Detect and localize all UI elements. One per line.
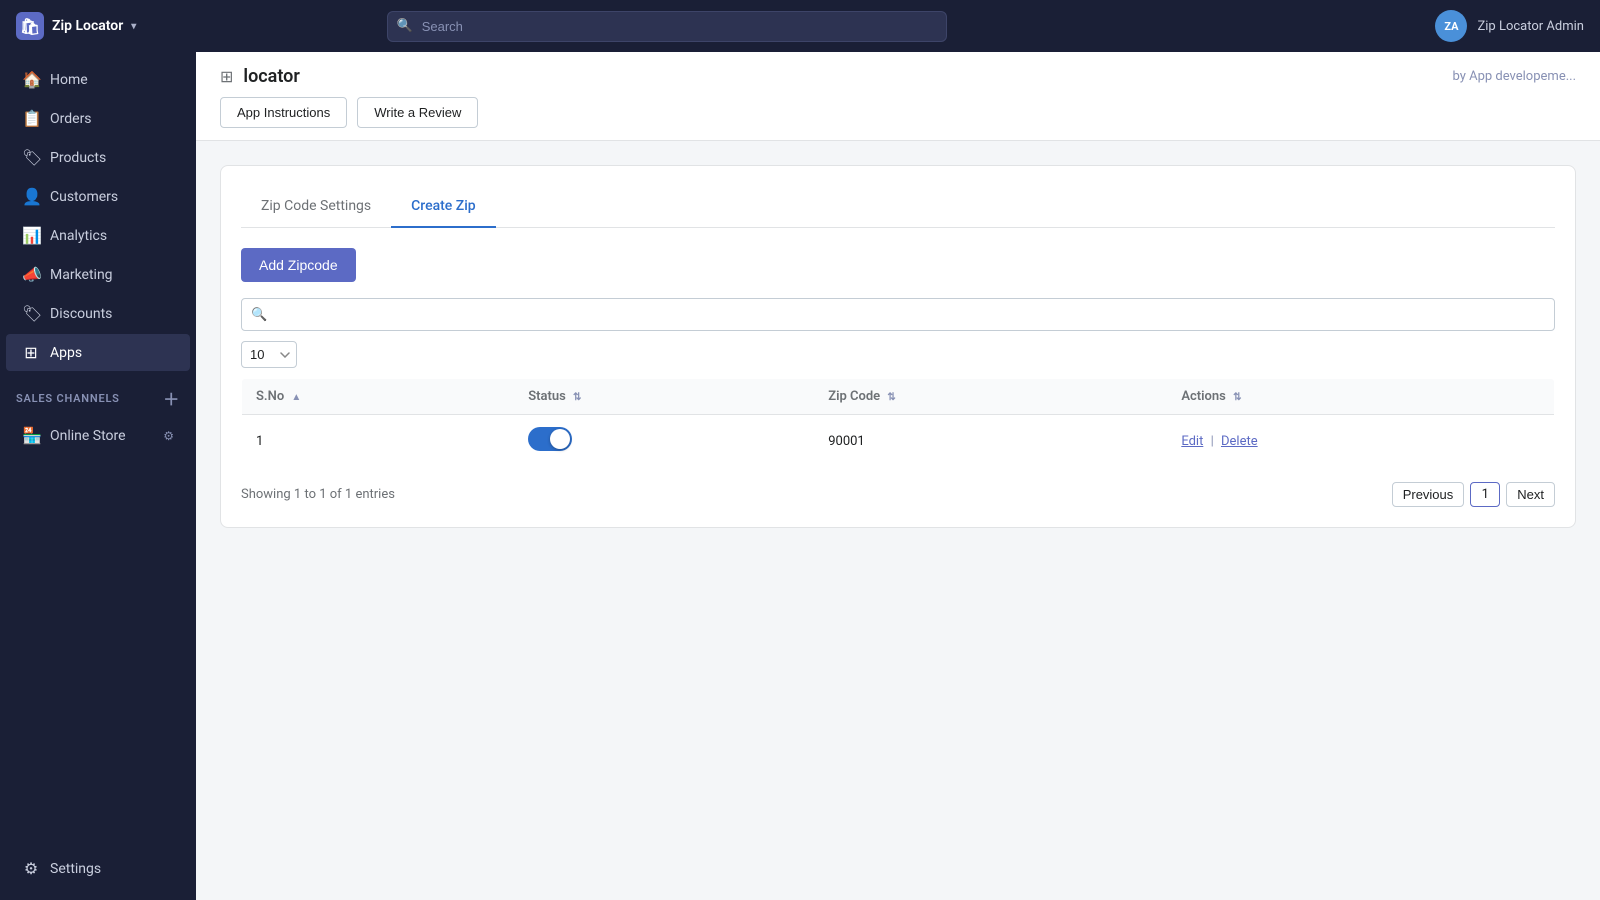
table-search-container: 🔍 — [241, 298, 1555, 331]
sidebar-item-online-store[interactable]: 🏪 Online Store ⚙ — [6, 417, 190, 454]
chevron-down-icon: ▾ — [131, 21, 136, 32]
main-content: ⊞ locator by App developeme... App Instr… — [196, 52, 1600, 900]
sidebar-item-label: Customers — [50, 189, 118, 205]
add-zipcode-button[interactable]: Add Zipcode — [241, 248, 356, 282]
delete-link[interactable]: Delete — [1221, 434, 1258, 449]
cell-sno: 1 — [242, 415, 515, 468]
avatar: ZA — [1435, 10, 1467, 42]
sidebar-item-discounts[interactable]: 🏷 Discounts — [6, 295, 190, 332]
sidebar-item-label: Orders — [50, 111, 92, 127]
pagination-previous[interactable]: Previous — [1392, 482, 1465, 507]
sidebar-item-customers[interactable]: 👤 Customers — [6, 178, 190, 215]
pagination-controls: Previous 1 Next — [1392, 482, 1555, 507]
cell-actions: Edit | Delete — [1167, 415, 1554, 468]
pagination-showing: Showing 1 to 1 of 1 entries — [241, 487, 395, 502]
page-title-icon: ⊞ — [220, 67, 233, 86]
pagination-row: Showing 1 to 1 of 1 entries Previous 1 N… — [241, 482, 1555, 507]
settings-icon: ⚙ — [22, 859, 40, 878]
online-store-icon: 🏪 — [22, 426, 40, 445]
analytics-icon: 📊 — [22, 226, 40, 245]
table-row: 1 90001 Edit | Delet — [242, 415, 1555, 468]
shopify-icon: 🛍 — [16, 12, 44, 40]
action-separator: | — [1211, 434, 1214, 449]
customers-icon: 👤 — [22, 187, 40, 206]
nav-right: ZA Zip Locator Admin — [1435, 10, 1584, 42]
page-actions: App Instructions Write a Review — [220, 97, 1576, 140]
sidebar: 🏠 Home 📋 Orders 🏷 Products 👤 Customers 📊… — [0, 52, 196, 900]
sales-channels-header: SALES CHANNELS ＋ — [0, 372, 196, 416]
sidebar-item-marketing[interactable]: 📣 Marketing — [6, 256, 190, 293]
sidebar-item-products[interactable]: 🏷 Products — [6, 139, 190, 176]
status-toggle[interactable] — [528, 427, 572, 451]
col-actions[interactable]: Actions ⇅ — [1167, 379, 1554, 415]
sales-channels-label: SALES CHANNELS — [16, 392, 120, 405]
sort-icon-status: ⇅ — [573, 392, 581, 403]
pagination-current-page: 1 — [1470, 482, 1500, 507]
sidebar-item-label: Discounts — [50, 306, 112, 322]
write-review-button[interactable]: Write a Review — [357, 97, 478, 128]
sidebar-item-label: Marketing — [50, 267, 113, 283]
apps-icon: ⊞ — [22, 343, 40, 362]
page-header: ⊞ locator by App developeme... App Instr… — [196, 52, 1600, 141]
sidebar-item-analytics[interactable]: 📊 Analytics — [6, 217, 190, 254]
admin-name: Zip Locator Admin — [1477, 19, 1584, 34]
global-search: 🔍 — [387, 11, 947, 42]
sort-icon-zipcode: ⇅ — [887, 392, 895, 403]
edit-link[interactable]: Edit — [1181, 434, 1203, 449]
tab-content-create-zip: Add Zipcode 🔍 10 25 50 100 — [241, 228, 1555, 507]
sidebar-item-apps[interactable]: ⊞ Apps — [6, 334, 190, 371]
sidebar-item-label: Apps — [50, 345, 82, 361]
per-page-row: 10 25 50 100 — [241, 341, 1555, 368]
search-icon: 🔍 — [397, 19, 413, 34]
cell-status — [514, 415, 814, 468]
sidebar-item-label: Products — [50, 150, 106, 166]
app-instructions-button[interactable]: App Instructions — [220, 97, 347, 128]
table-search-input[interactable] — [241, 298, 1555, 331]
per-page-select[interactable]: 10 25 50 100 — [241, 341, 297, 368]
brand[interactable]: 🛍 Zip Locator ▾ — [16, 12, 136, 40]
col-sno[interactable]: S.No ▲ — [242, 379, 515, 415]
page-by: by App developeme... — [1452, 69, 1576, 84]
page-title: locator — [243, 66, 299, 87]
toggle-thumb — [550, 429, 570, 449]
sidebar-item-orders[interactable]: 📋 Orders — [6, 100, 190, 137]
cell-zipcode: 90001 — [814, 415, 1167, 468]
sidebar-item-label: Analytics — [50, 228, 107, 244]
sidebar-item-settings[interactable]: ⚙ Settings — [6, 850, 190, 887]
col-status[interactable]: Status ⇅ — [514, 379, 814, 415]
discounts-icon: 🏷 — [22, 304, 40, 323]
brand-name: Zip Locator — [52, 18, 123, 34]
main-card: Zip Code Settings Create Zip Add Zipcode… — [220, 165, 1576, 528]
col-zipcode[interactable]: Zip Code ⇅ — [814, 379, 1167, 415]
sort-icon-sno: ▲ — [291, 392, 301, 403]
table-search-icon: 🔍 — [251, 307, 267, 322]
sidebar-item-label: Settings — [50, 861, 101, 877]
sort-icon-actions: ⇅ — [1233, 392, 1241, 403]
add-sales-channel-button[interactable]: ＋ — [163, 386, 180, 410]
products-icon: 🏷 — [22, 148, 40, 167]
top-nav: 🛍 Zip Locator ▾ 🔍 ZA Zip Locator Admin — [0, 0, 1600, 52]
tab-create-zip[interactable]: Create Zip — [391, 186, 496, 228]
search-input[interactable] — [387, 11, 947, 42]
marketing-icon: 📣 — [22, 265, 40, 284]
tab-zip-code-settings[interactable]: Zip Code Settings — [241, 186, 391, 228]
zip-table: S.No ▲ Status ⇅ Zip Code ⇅ — [241, 378, 1555, 468]
online-store-settings-icon[interactable]: ⚙ — [163, 429, 174, 443]
sidebar-item-label: Home — [50, 72, 88, 88]
orders-icon: 📋 — [22, 109, 40, 128]
pagination-next[interactable]: Next — [1506, 482, 1555, 507]
sidebar-item-label: Online Store — [50, 428, 126, 444]
home-icon: 🏠 — [22, 70, 40, 89]
sidebar-item-home[interactable]: 🏠 Home — [6, 61, 190, 98]
tabs: Zip Code Settings Create Zip — [241, 186, 1555, 228]
